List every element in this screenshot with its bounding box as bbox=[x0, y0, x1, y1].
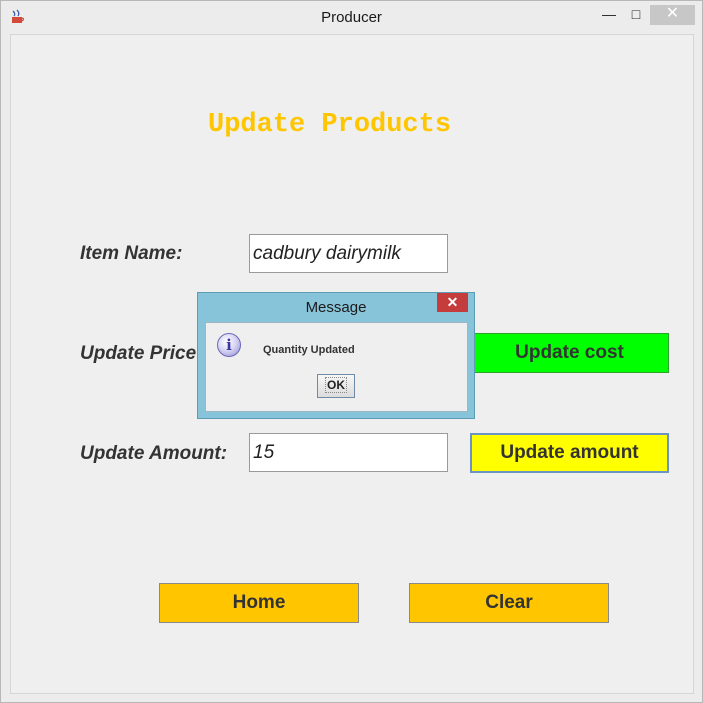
dialog-message: Quantity Updated bbox=[263, 344, 355, 356]
item-name-field[interactable]: cadbury dairymilk bbox=[249, 234, 448, 273]
dialog-body: i Quantity Updated OK bbox=[205, 322, 468, 412]
ok-button[interactable]: OK bbox=[317, 374, 355, 398]
minimize-button[interactable]: — bbox=[598, 5, 620, 25]
maximize-button[interactable]: □ bbox=[625, 5, 647, 25]
message-dialog: Message ✕ i Quantity Updated OK bbox=[197, 292, 475, 419]
page-title: Update Products bbox=[208, 110, 452, 140]
clear-button[interactable]: Clear bbox=[409, 583, 609, 623]
item-name-label: Item Name: bbox=[80, 243, 183, 264]
update-amount-field[interactable]: 15 bbox=[249, 433, 448, 472]
close-window-button[interactable]: ✕ bbox=[650, 5, 695, 25]
ok-button-label: OK bbox=[325, 377, 347, 393]
update-price-label: Update Price: bbox=[80, 343, 203, 364]
update-amount-label: Update Amount: bbox=[80, 443, 228, 464]
update-cost-button[interactable]: Update cost bbox=[470, 333, 669, 373]
dialog-title: Message bbox=[305, 299, 367, 316]
window-title: Producer bbox=[321, 9, 382, 26]
home-button[interactable]: Home bbox=[159, 583, 359, 623]
title-bar[interactable]: Producer — □ ✕ bbox=[1, 1, 702, 34]
update-amount-button[interactable]: Update amount bbox=[470, 433, 669, 473]
dialog-close-button[interactable]: ✕ bbox=[437, 293, 468, 312]
info-icon: i bbox=[217, 333, 241, 357]
